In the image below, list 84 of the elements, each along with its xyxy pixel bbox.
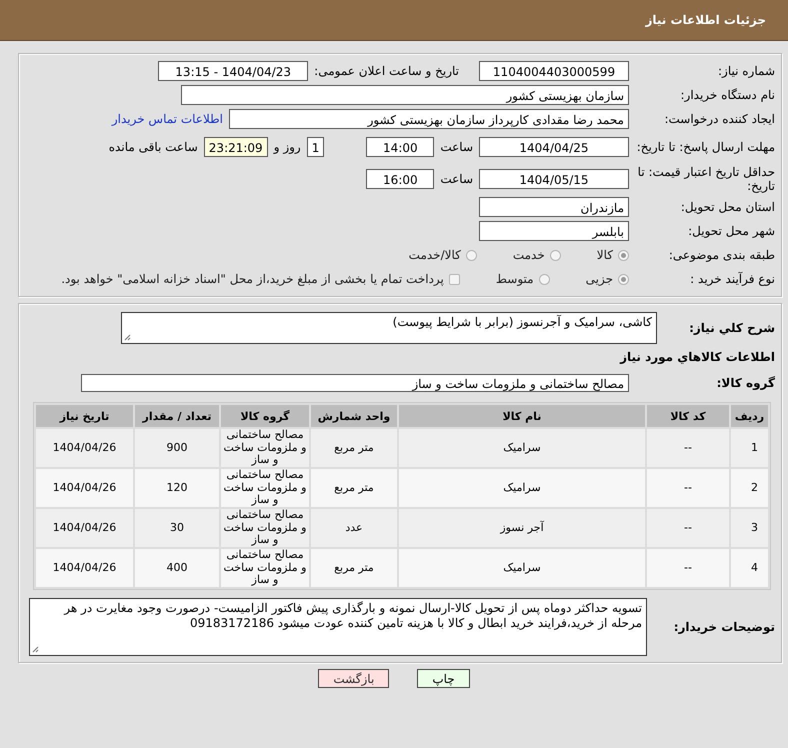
table-cell: 900	[135, 429, 219, 467]
remaining-time-field: 23:21:09	[204, 137, 268, 157]
field-label: حداقل تاریخ اعتبار قیمت: تا تاریخ:	[636, 165, 775, 193]
need-number-field: 1104004403000599	[479, 61, 629, 81]
radio-label: کالا	[596, 248, 613, 262]
radio-label: جزیی	[586, 272, 613, 286]
deadline-date-field: 1404/04/25	[479, 137, 629, 157]
column-header: واحد شمارش	[311, 405, 397, 427]
radio-button[interactable]	[538, 274, 550, 284]
table-cell: متر مربع	[311, 549, 397, 587]
table-cell: متر مربع	[311, 429, 397, 467]
table-cell: 1404/04/26	[36, 429, 133, 467]
table-cell: مصالح ساختمانی و ملزومات ساخت و ساز	[221, 509, 309, 547]
city-field: بابلسر	[479, 221, 629, 241]
field-label: تاریخ و ساعت اعلان عمومی:	[314, 64, 459, 78]
table-cell: 3	[731, 509, 768, 547]
table-cell: سرامیک	[399, 429, 645, 467]
table-cell: --	[647, 429, 729, 467]
announce-date-field: 1404/04/23 - 13:15	[158, 61, 308, 81]
buyer-org-field: سازمان بهزیستی کشور	[181, 85, 629, 105]
validity-time-field: 16:00	[366, 169, 434, 189]
goods-group-field: مصالح ساختمانی و ملزومات ساخت و ساز	[81, 374, 629, 392]
table-cell: سرامیک	[399, 469, 645, 507]
radio-label: کالا/خدمت	[408, 248, 461, 262]
table-cell: 4	[731, 549, 768, 587]
field-label: ساعت	[440, 140, 473, 154]
table-cell: 400	[135, 549, 219, 587]
field-label: استان محل تحویل:	[680, 200, 775, 214]
column-header: تاریخ نیاز	[36, 405, 133, 427]
section-heading: اطلاعات كالاهاي مورد نياز	[620, 350, 775, 364]
column-header: تعداد / مقدار	[135, 405, 219, 427]
table-cell: مصالح ساختمانی و ملزومات ساخت و ساز	[221, 549, 309, 587]
table-cell: مصالح ساختمانی و ملزومات ساخت و ساز	[221, 429, 309, 467]
table-cell: 1	[731, 429, 768, 467]
field-label: ایجاد کننده درخواست:	[663, 112, 775, 126]
field-label: شماره نیاز:	[717, 64, 775, 78]
column-header: ردیف	[731, 405, 768, 427]
column-header: کد کالا	[647, 405, 729, 427]
resize-grip-icon[interactable]	[124, 334, 131, 341]
field-label: مهلت ارسال پاسخ: تا تاریخ:	[636, 140, 775, 154]
field-label: شهر محل تحویل:	[687, 224, 775, 238]
page-title: جزئیات اطلاعات نیاز	[645, 13, 766, 27]
table-cell: --	[647, 549, 729, 587]
field-label: روز و	[274, 140, 301, 154]
requester-field: محمد رضا مقدادی کارپرداز سازمان بهزیستی کشور	[229, 109, 629, 129]
table-cell: 120	[135, 469, 219, 507]
table-cell: متر مربع	[311, 469, 397, 507]
radio-label: متوسط	[496, 272, 534, 286]
back-button[interactable]: بازگشت	[318, 669, 390, 688]
table-cell: آجر نسوز	[399, 509, 645, 547]
field-label: ساعت باقی مانده	[108, 140, 198, 154]
days-field: 1	[306, 137, 324, 157]
table-cell: --	[647, 509, 729, 547]
checkbox[interactable]	[448, 274, 460, 284]
radio-button[interactable]	[466, 250, 477, 260]
table-cell: 1404/04/26	[36, 469, 133, 507]
radio-label: خدمت	[512, 248, 545, 262]
table-cell: --	[647, 469, 729, 507]
deadline-time-field: 14:00	[366, 137, 434, 157]
table-cell: عدد	[311, 509, 397, 547]
checkbox-label: پرداخت تمام یا بخشی از مبلغ خرید،از محل "اسناد خزانه اسلامی" خواهد بود.	[61, 272, 444, 286]
table-cell: سرامیک	[399, 549, 645, 587]
table-cell: 1404/04/26	[36, 509, 133, 547]
province-field: مازندران	[479, 197, 629, 217]
table-cell: مصالح ساختمانی و ملزومات ساخت و ساز	[221, 469, 309, 507]
field-label: ساعت	[440, 172, 473, 186]
field-label: گروه كالا:	[716, 376, 775, 390]
resize-grip-icon[interactable]	[32, 646, 39, 653]
validity-date-field: 1404/05/15	[479, 169, 629, 189]
column-header: گروه کالا	[221, 405, 309, 427]
radio-button[interactable]	[618, 274, 629, 284]
table-cell: 1404/04/26	[36, 549, 133, 587]
table-cell: 30	[135, 509, 219, 547]
print-button[interactable]: چاپ	[417, 669, 470, 688]
field-label: طبقه بندی موضوعی:	[668, 248, 775, 262]
column-header: نام کالا	[399, 405, 645, 427]
description-field: کاشی، سرامیک و آجرنسوز (برابر با شرایط پیوست)	[121, 312, 657, 344]
buyer-notes-field: تسویه حداکثر دوماه پس از تحویل کالا-ارسال نمونه و بارگذاری پیش فاکتور الزامیست- درصورت وجود مغایرت در هر مرحله از خرید،فرایند خرید ابطال و کالا با هزینه تامین کننده عودت میشود 09183172186	[29, 598, 647, 656]
radio-button[interactable]	[550, 250, 561, 260]
radio-button[interactable]	[618, 250, 629, 260]
field-label: نوع فرآیند خرید :	[689, 272, 775, 286]
field-label: نام دستگاه خریدار:	[680, 88, 775, 102]
table-cell: 2	[731, 469, 768, 507]
contact-link[interactable]: اطلاعات تماس خریدار	[112, 112, 223, 126]
